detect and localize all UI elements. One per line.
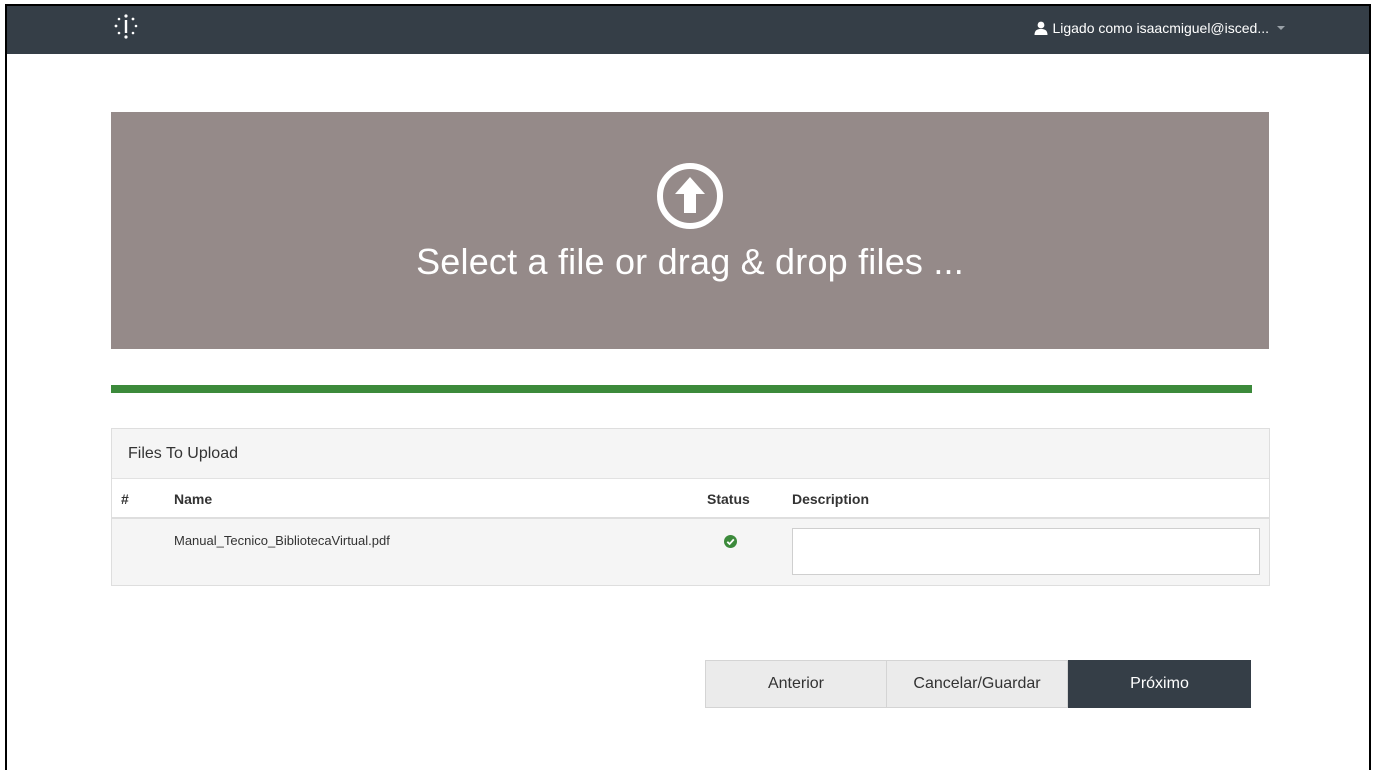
description-input[interactable] bbox=[792, 528, 1260, 575]
files-to-upload-panel: Files To Upload # Name Status Descriptio… bbox=[111, 428, 1270, 586]
wizard-buttons: Anterior Cancelar/Guardar Próximo bbox=[705, 660, 1251, 708]
column-number: # bbox=[121, 491, 129, 507]
user-label: Ligado como isaacmiguel@isced... bbox=[1052, 20, 1269, 36]
column-description: Description bbox=[792, 491, 870, 507]
table-row: Manual_Tecnico_BibliotecaVirtual.pdf bbox=[112, 519, 1269, 584]
file-dropzone[interactable]: Select a file or drag & drop files ... bbox=[111, 112, 1269, 349]
user-icon bbox=[1034, 21, 1048, 35]
previous-button[interactable]: Anterior bbox=[705, 660, 887, 708]
progress-fill bbox=[111, 385, 1252, 393]
file-name: Manual_Tecnico_BibliotecaVirtual.pdf bbox=[174, 533, 390, 548]
column-status: Status bbox=[707, 491, 750, 507]
column-name: Name bbox=[174, 491, 213, 507]
dotted-circle-logo-icon[interactable] bbox=[111, 12, 141, 42]
page-frame: Ligado como isaacmiguel@isced... Select … bbox=[5, 4, 1371, 770]
panel-title: Files To Upload bbox=[112, 429, 1269, 479]
check-circle-icon bbox=[724, 535, 737, 548]
user-menu[interactable]: Ligado como isaacmiguel@isced... bbox=[1034, 20, 1285, 36]
next-button[interactable]: Próximo bbox=[1068, 660, 1251, 708]
upload-progress-bar bbox=[111, 385, 1252, 393]
table-header: # Name Status Description bbox=[112, 479, 1269, 519]
dropzone-text: Select a file or drag & drop files ... bbox=[416, 241, 964, 282]
upload-arrow-icon bbox=[657, 163, 723, 229]
caret-down-icon bbox=[1277, 26, 1285, 30]
cancel-save-button[interactable]: Cancelar/Guardar bbox=[887, 660, 1068, 708]
top-navbar: Ligado como isaacmiguel@isced... bbox=[7, 6, 1369, 54]
